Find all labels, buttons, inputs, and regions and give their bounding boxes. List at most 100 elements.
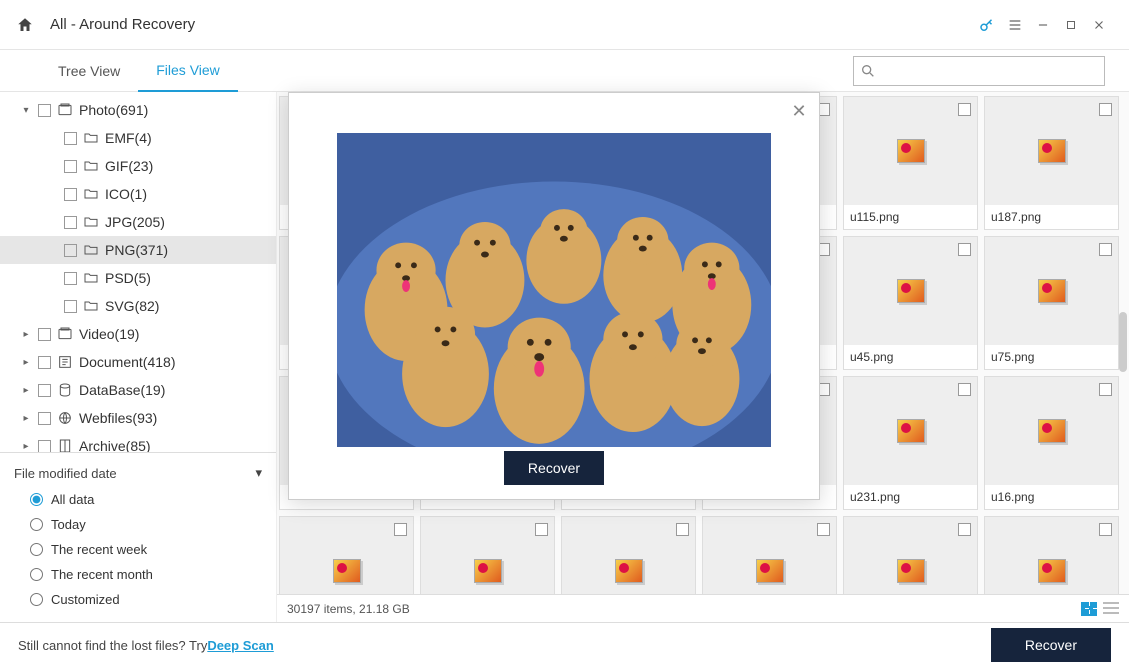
home-icon[interactable]: [16, 16, 34, 34]
key-icon[interactable]: [973, 11, 1001, 39]
radio[interactable]: [30, 493, 43, 506]
checkbox[interactable]: [394, 523, 407, 536]
tab-tree-view[interactable]: Tree View: [40, 50, 138, 92]
file-name: u16.png: [985, 485, 1118, 509]
tree-item-webfiles[interactable]: ▸Webfiles(93): [0, 404, 276, 432]
chevron-right-icon[interactable]: ▸: [20, 441, 32, 452]
radio[interactable]: [30, 543, 43, 556]
tree-item-photo[interactable]: ▾ Photo(691): [0, 96, 276, 124]
checkbox[interactable]: [64, 272, 77, 285]
close-icon[interactable]: ✕: [789, 101, 809, 121]
checkbox[interactable]: [64, 216, 77, 229]
chevron-right-icon[interactable]: ▸: [20, 357, 32, 368]
file-thumbnail[interactable]: u187.png: [984, 96, 1119, 230]
tree: ▾ Photo(691) EMF(4) GIF(23) ICO(1)JPG(205)…: [0, 92, 276, 452]
checkbox[interactable]: [38, 356, 51, 369]
checkbox[interactable]: [38, 384, 51, 397]
image-placeholder-icon: [474, 559, 502, 583]
checkbox[interactable]: [38, 412, 51, 425]
thumbnail-image: [985, 237, 1118, 345]
checkbox[interactable]: [535, 523, 548, 536]
checkbox[interactable]: [676, 523, 689, 536]
checkbox[interactable]: [64, 160, 77, 173]
chevron-right-icon[interactable]: ▸: [20, 329, 32, 340]
checkbox[interactable]: [38, 104, 51, 117]
checkbox[interactable]: [958, 243, 971, 256]
folder-icon: [83, 158, 99, 174]
tree-label: GIF(23): [105, 158, 153, 174]
filter-option[interactable]: The recent week: [14, 537, 262, 562]
tree-item-gif[interactable]: GIF(23): [0, 152, 276, 180]
folder-icon: [83, 186, 99, 202]
scrollbar[interactable]: [1119, 312, 1127, 372]
titlebar: All - Around Recovery: [0, 0, 1129, 50]
filter-option[interactable]: All data: [14, 487, 262, 512]
filter-option[interactable]: Customized: [14, 587, 262, 612]
tree-item-video[interactable]: ▸Video(19): [0, 320, 276, 348]
chevron-right-icon[interactable]: ▸: [20, 385, 32, 396]
tree-item-emf[interactable]: EMF(4): [0, 124, 276, 152]
file-thumbnail[interactable]: [843, 516, 978, 594]
file-thumbnail[interactable]: u115.png: [843, 96, 978, 230]
file-thumbnail[interactable]: [420, 516, 555, 594]
checkbox[interactable]: [64, 300, 77, 313]
grid-view-icon[interactable]: [1081, 602, 1097, 616]
file-thumbnail[interactable]: [984, 516, 1119, 594]
image-placeholder-icon: [1038, 279, 1066, 303]
tree-item-psd[interactable]: PSD(5): [0, 264, 276, 292]
tree-item-png[interactable]: PNG(371): [0, 236, 276, 264]
checkbox[interactable]: [958, 523, 971, 536]
minimize-button[interactable]: [1029, 11, 1057, 39]
tree-item-archive[interactable]: ▸Archive(85): [0, 432, 276, 452]
file-thumbnail[interactable]: [279, 516, 414, 594]
image-placeholder-icon: [1038, 419, 1066, 443]
maximize-button[interactable]: [1057, 11, 1085, 39]
chevron-down-icon[interactable]: ▾: [20, 105, 32, 116]
filter-header[interactable]: File modified date ▾: [14, 459, 262, 487]
tree-item-svg[interactable]: SVG(82): [0, 292, 276, 320]
checkbox[interactable]: [64, 132, 77, 145]
list-view-icon[interactable]: [1103, 602, 1119, 616]
file-thumbnail[interactable]: [702, 516, 837, 594]
folder-icon: [83, 214, 99, 230]
radio[interactable]: [30, 518, 43, 531]
tab-files-view[interactable]: Files View: [138, 50, 238, 92]
radio[interactable]: [30, 568, 43, 581]
file-thumbnail[interactable]: u16.png: [984, 376, 1119, 510]
checkbox[interactable]: [64, 244, 77, 257]
file-thumbnail[interactable]: u231.png: [843, 376, 978, 510]
tree-item-ico[interactable]: ICO(1): [0, 180, 276, 208]
filter-option[interactable]: Today: [14, 512, 262, 537]
checkbox[interactable]: [958, 383, 971, 396]
filter-block: File modified date ▾ All dataTodayThe re…: [0, 452, 276, 622]
tree-item-database[interactable]: ▸DataBase(19): [0, 376, 276, 404]
search-input[interactable]: [880, 64, 1098, 79]
checkbox[interactable]: [1099, 383, 1112, 396]
search-box[interactable]: [853, 56, 1105, 86]
preview-recover-button[interactable]: Recover: [504, 451, 604, 485]
thumbnail-image: [985, 97, 1118, 205]
chevron-right-icon[interactable]: ▸: [20, 413, 32, 424]
tree-item-jpg[interactable]: JPG(205): [0, 208, 276, 236]
deep-scan-link[interactable]: Deep Scan: [207, 638, 273, 653]
checkbox[interactable]: [817, 523, 830, 536]
image-placeholder-icon: [756, 559, 784, 583]
checkbox[interactable]: [38, 440, 51, 453]
file-thumbnail[interactable]: u75.png: [984, 236, 1119, 370]
file-thumbnail[interactable]: u45.png: [843, 236, 978, 370]
app-title: All - Around Recovery: [50, 16, 973, 33]
checkbox[interactable]: [64, 188, 77, 201]
tree-item-document[interactable]: ▸Document(418): [0, 348, 276, 376]
checkbox[interactable]: [38, 328, 51, 341]
checkbox[interactable]: [1099, 243, 1112, 256]
checkbox[interactable]: [1099, 103, 1112, 116]
tree-label: PNG(371): [105, 242, 168, 258]
checkbox[interactable]: [1099, 523, 1112, 536]
menu-icon[interactable]: [1001, 11, 1029, 39]
close-button[interactable]: [1085, 11, 1113, 39]
checkbox[interactable]: [958, 103, 971, 116]
filter-option[interactable]: The recent month: [14, 562, 262, 587]
recover-button[interactable]: Recover: [991, 628, 1111, 662]
file-thumbnail[interactable]: [561, 516, 696, 594]
radio[interactable]: [30, 593, 43, 606]
